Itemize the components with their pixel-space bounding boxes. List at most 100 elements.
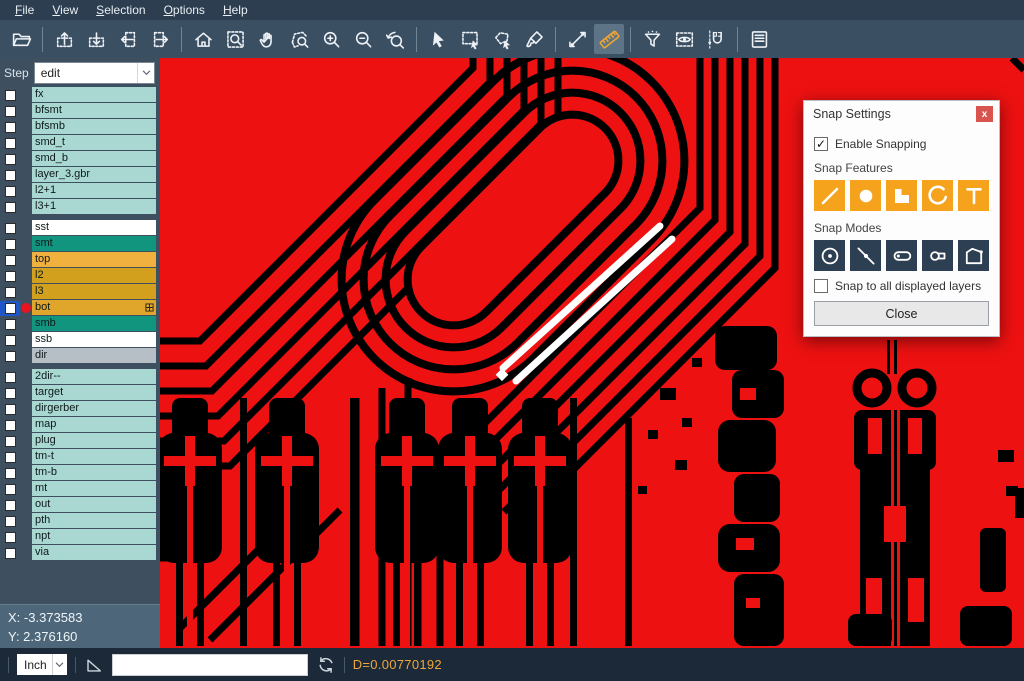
layer-row-smd_b[interactable]: smd_b [0,151,160,167]
layer-row-l2[interactable]: l2 [0,268,160,284]
layer-name[interactable]: smt [32,236,156,251]
layer-name[interactable]: smb [32,316,156,331]
layer-row-l3[interactable]: l3 [0,284,160,300]
load-top-button[interactable] [49,24,79,54]
layer-visibility-checkbox[interactable] [0,450,20,465]
layer-name[interactable]: smd_t [32,135,156,150]
unit-select[interactable]: Inch [17,654,67,675]
load-right-button[interactable] [145,24,175,54]
menu-help[interactable]: Help [214,1,257,19]
layer-row-mt[interactable]: mt [0,481,160,497]
angle-measure-icon[interactable] [84,655,104,675]
layer-visibility-checkbox[interactable] [0,152,20,167]
menu-options[interactable]: Options [155,1,214,19]
layer-row-fx[interactable]: fx [0,87,160,103]
command-input[interactable] [112,654,308,676]
zoom-window-button[interactable] [220,24,250,54]
layer-row-sst[interactable]: sst [0,220,160,236]
layer-visibility-checkbox[interactable] [0,285,20,300]
layer-visibility-checkbox[interactable] [0,418,20,433]
snap-all-layers-checkbox[interactable] [814,279,828,293]
layer-row-map[interactable]: map [0,417,160,433]
layer-row-bot[interactable]: bot [0,300,160,316]
layer-row-2dir--[interactable]: 2dir-- [0,369,160,385]
layer-name[interactable]: 2dir-- [32,369,156,384]
layer-name[interactable]: plug [32,433,156,448]
layer-name[interactable]: out [32,497,156,512]
ruler-button[interactable] [594,24,624,54]
layer-visibility-checkbox[interactable] [0,269,20,284]
layer-visibility-checkbox[interactable] [0,349,20,364]
layer-visibility-checkbox[interactable] [0,530,20,545]
feat-circle-button[interactable] [850,180,881,211]
layer-visibility-checkbox[interactable] [0,434,20,449]
select-polygon-button[interactable] [487,24,517,54]
layer-row-via[interactable]: via [0,545,160,561]
layer-row-layer_3.gbr[interactable]: layer_3.gbr [0,167,160,183]
layer-row-l2+1[interactable]: l2+1 [0,183,160,199]
layer-name[interactable]: bfsmb [32,119,156,134]
layer-visibility-checkbox[interactable] [0,104,20,119]
menu-view[interactable]: View [43,1,87,19]
layer-name[interactable]: smd_b [32,151,156,166]
layer-name[interactable]: dirgerber [32,401,156,416]
feat-arc-button[interactable] [922,180,953,211]
mode-point-line-button[interactable] [850,240,881,271]
layer-name[interactable]: layer_3.gbr [32,167,156,182]
layer-name[interactable]: target [32,385,156,400]
layer-row-top[interactable]: top [0,252,160,268]
measure-line-button[interactable] [562,24,592,54]
layer-name[interactable]: l2 [32,268,156,283]
layer-visibility-checkbox[interactable] [0,546,20,561]
report-button[interactable] [744,24,774,54]
layer-visibility-checkbox[interactable] [0,200,20,215]
layer-row-l3+1[interactable]: l3+1 [0,199,160,215]
layer-name[interactable]: map [32,417,156,432]
layer-visibility-checkbox[interactable] [0,120,20,135]
layer-name[interactable]: bot [32,300,156,315]
mode-slot-point-button[interactable] [886,240,917,271]
layer-row-pth[interactable]: pth [0,513,160,529]
layer-name[interactable]: top [32,252,156,267]
layer-name[interactable]: mt [32,481,156,496]
feat-line-button[interactable] [814,180,845,211]
layer-name[interactable]: l3+1 [32,199,156,214]
layer-name[interactable]: sst [32,220,156,235]
layer-visibility-checkbox[interactable] [0,237,20,252]
layer-row-tm-t[interactable]: tm-t [0,449,160,465]
layer-row-smb[interactable]: smb [0,316,160,332]
view-window-button[interactable] [669,24,699,54]
layer-visibility-checkbox[interactable] [0,482,20,497]
layer-name[interactable]: dir [32,348,156,363]
layer-name[interactable]: pth [32,513,156,528]
load-bottom-button[interactable] [81,24,111,54]
feat-text-button[interactable] [958,180,989,211]
layer-row-plug[interactable]: plug [0,433,160,449]
pcb-canvas[interactable]: Snap Settings x ✓ Enable Snapping Snap F… [160,58,1024,648]
layer-row-target[interactable]: target [0,385,160,401]
enable-snapping-row[interactable]: ✓ Enable Snapping [814,137,989,151]
layer-name[interactable]: l3 [32,284,156,299]
layer-row-npt[interactable]: npt [0,529,160,545]
layer-name[interactable]: fx [32,87,156,102]
layer-visibility-checkbox[interactable] [0,498,20,513]
menu-selection[interactable]: Selection [87,1,154,19]
step-select[interactable]: edit [34,62,155,84]
dialog-title-bar[interactable]: Snap Settings x [804,101,999,127]
layer-name[interactable]: tm-t [32,449,156,464]
layer-row-smd_t[interactable]: smd_t [0,135,160,151]
layer-row-tm-b[interactable]: tm-b [0,465,160,481]
layer-visibility-checkbox[interactable] [0,301,20,316]
layer-visibility-checkbox[interactable] [0,168,20,183]
home-button[interactable] [188,24,218,54]
layer-visibility-checkbox[interactable] [0,402,20,417]
layer-visibility-checkbox[interactable] [0,386,20,401]
filter-button[interactable] [637,24,667,54]
layer-row-dirgerber[interactable]: dirgerber [0,401,160,417]
mode-corner-button[interactable] [958,240,989,271]
zoom-in-button[interactable] [316,24,346,54]
select-window-button[interactable] [455,24,485,54]
enable-snapping-checkbox[interactable]: ✓ [814,137,828,151]
zoom-previous-button[interactable] [380,24,410,54]
layer-visibility-checkbox[interactable] [0,253,20,268]
